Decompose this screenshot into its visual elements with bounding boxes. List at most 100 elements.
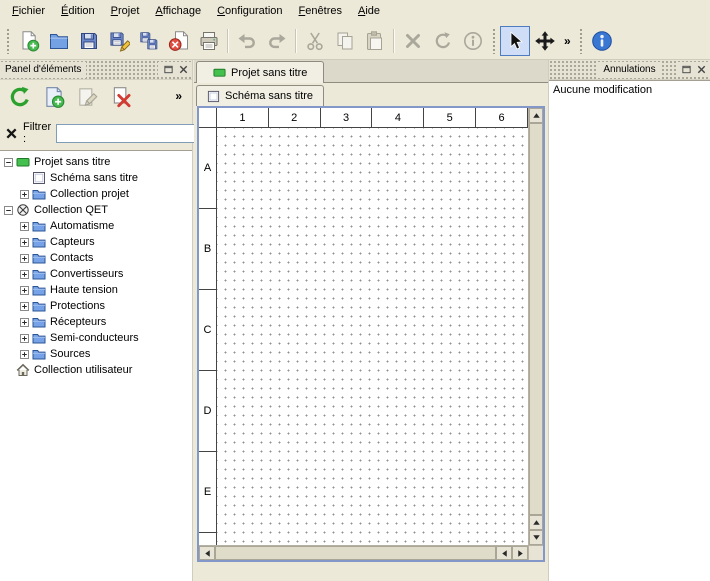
redo-button[interactable]	[262, 26, 292, 56]
vertical-scrollbar[interactable]	[528, 108, 543, 545]
expand-icon[interactable]	[20, 318, 29, 327]
tree-item-contacts[interactable]: Contacts	[0, 250, 192, 266]
expand-icon[interactable]	[20, 222, 29, 231]
tree-item-convertisseurs[interactable]: Convertisseurs	[0, 266, 192, 282]
open-project-button[interactable]	[44, 26, 74, 56]
redo-icon	[266, 30, 288, 52]
toolbar-handle[interactable]	[492, 28, 496, 54]
menu-configuration[interactable]: Configuration	[209, 2, 290, 20]
project-icon	[213, 66, 226, 79]
tree-item-label: Capteurs	[50, 236, 95, 248]
tree-item-projet-sans-titre[interactable]: Projet sans titre	[0, 154, 192, 170]
close-project-button[interactable]	[164, 26, 194, 56]
tab-diagram-label: Schéma sans titre	[225, 90, 313, 102]
expand-icon[interactable]	[20, 270, 29, 279]
elements-toolbar-overflow-button[interactable]: »	[171, 89, 186, 103]
tree-item-sources[interactable]: Sources	[0, 346, 192, 362]
vertical-scroll-thumb[interactable]	[529, 123, 543, 515]
project-tabbar: Projet sans titre	[194, 60, 548, 83]
scroll-up-button-2[interactable]	[529, 515, 543, 530]
menu-fenetres[interactable]: Fenêtres	[291, 2, 350, 20]
menu-edition[interactable]: Édition	[53, 2, 103, 20]
tree-item-haute-tension[interactable]: Haute tension	[0, 282, 192, 298]
tree-item-protections[interactable]: Protections	[0, 298, 192, 314]
expand-icon[interactable]	[20, 334, 29, 343]
float-panel-button[interactable]	[161, 62, 176, 77]
close-file-icon	[168, 30, 190, 52]
folder-icon	[32, 347, 47, 361]
edit-element-button[interactable]	[74, 83, 102, 111]
selection-mode-button[interactable]	[500, 26, 530, 56]
about-qet-button[interactable]	[587, 26, 617, 56]
diagram-view[interactable]: 123456 ABCDE	[197, 106, 545, 562]
float-window-icon	[163, 64, 174, 75]
undo-panel-titlebar[interactable]: Annulations	[549, 60, 710, 80]
tree-item-collection-qet[interactable]: Collection QET	[0, 202, 192, 218]
menu-projet[interactable]: Projet	[103, 2, 148, 20]
filter-input[interactable]	[56, 124, 206, 143]
copy-button[interactable]	[330, 26, 360, 56]
expand-icon[interactable]	[20, 350, 29, 359]
toolbar-handle[interactable]	[6, 28, 10, 54]
toolbar-overflow-button[interactable]: »	[560, 34, 575, 48]
elements-panel-titlebar[interactable]: Panel d'éléments	[0, 60, 192, 80]
column-header: 3	[321, 108, 373, 127]
rotate-icon	[432, 30, 454, 52]
scroll-left-button-2[interactable]	[496, 546, 512, 560]
toolbar-handle[interactable]	[579, 28, 583, 54]
horizontal-scrollbar[interactable]	[199, 545, 528, 560]
float-panel-button[interactable]	[679, 62, 694, 77]
menu-aide[interactable]: Aide	[350, 2, 388, 20]
paste-button[interactable]	[360, 26, 390, 56]
save-as-button[interactable]	[104, 26, 134, 56]
scroll-right-button[interactable]	[512, 546, 528, 560]
print-button[interactable]	[194, 26, 224, 56]
clear-filter-button[interactable]	[5, 124, 18, 142]
tree-item-collection-projet[interactable]: Collection projet	[0, 186, 192, 202]
folder-icon	[32, 299, 47, 313]
tab-diagram[interactable]: Schéma sans titre	[196, 85, 324, 106]
tree-item-capteurs[interactable]: Capteurs	[0, 234, 192, 250]
new-project-button[interactable]	[14, 26, 44, 56]
tab-project[interactable]: Projet sans titre	[196, 61, 324, 83]
save-icon	[78, 30, 100, 52]
new-document-icon	[18, 30, 40, 52]
tree-item-automatisme[interactable]: Automatisme	[0, 218, 192, 234]
close-panel-button[interactable]	[176, 62, 191, 77]
new-element-button[interactable]	[40, 83, 68, 111]
expand-icon[interactable]	[20, 254, 29, 263]
delete-element-button[interactable]	[108, 83, 136, 111]
scroll-down-button[interactable]	[529, 530, 543, 545]
delete-button[interactable]	[398, 26, 428, 56]
tree-item-schema-sans-titre[interactable]: Schéma sans titre	[0, 170, 192, 186]
scroll-left-button[interactable]	[199, 546, 215, 560]
collapse-icon[interactable]	[4, 206, 13, 215]
expand-icon[interactable]	[20, 190, 29, 199]
qet-collection-icon	[16, 203, 31, 217]
undo-list[interactable]: Aucune modification	[549, 80, 710, 581]
close-panel-button[interactable]	[694, 62, 709, 77]
visualisation-mode-button[interactable]	[530, 26, 560, 56]
horizontal-scroll-thumb[interactable]	[215, 546, 496, 560]
element-info-button[interactable]	[458, 26, 488, 56]
reload-collections-button[interactable]	[6, 83, 34, 111]
undo-button[interactable]	[232, 26, 262, 56]
save-all-button[interactable]	[134, 26, 164, 56]
tree-item-semi-conducteurs[interactable]: Semi-conducteurs	[0, 330, 192, 346]
menu-affichage[interactable]: Affichage	[147, 2, 209, 20]
scroll-up-button[interactable]	[529, 108, 543, 123]
expand-icon[interactable]	[20, 286, 29, 295]
diagram-canvas[interactable]	[217, 128, 528, 545]
expand-icon[interactable]	[20, 238, 29, 247]
tree-item-collection-utilisateur[interactable]: Collection utilisateur	[0, 362, 192, 378]
elements-tree: Projet sans titreSchéma sans titreCollec…	[0, 150, 192, 581]
save-button[interactable]	[74, 26, 104, 56]
column-header: 6	[476, 108, 528, 127]
expand-icon[interactable]	[20, 302, 29, 311]
menu-fichier[interactable]: Fichier	[4, 2, 53, 20]
cut-button[interactable]	[300, 26, 330, 56]
tree-item-recepteurs[interactable]: Récepteurs	[0, 314, 192, 330]
collapse-icon[interactable]	[4, 158, 13, 167]
rotate-button[interactable]	[428, 26, 458, 56]
undo-panel-title: Annulations	[598, 62, 660, 78]
